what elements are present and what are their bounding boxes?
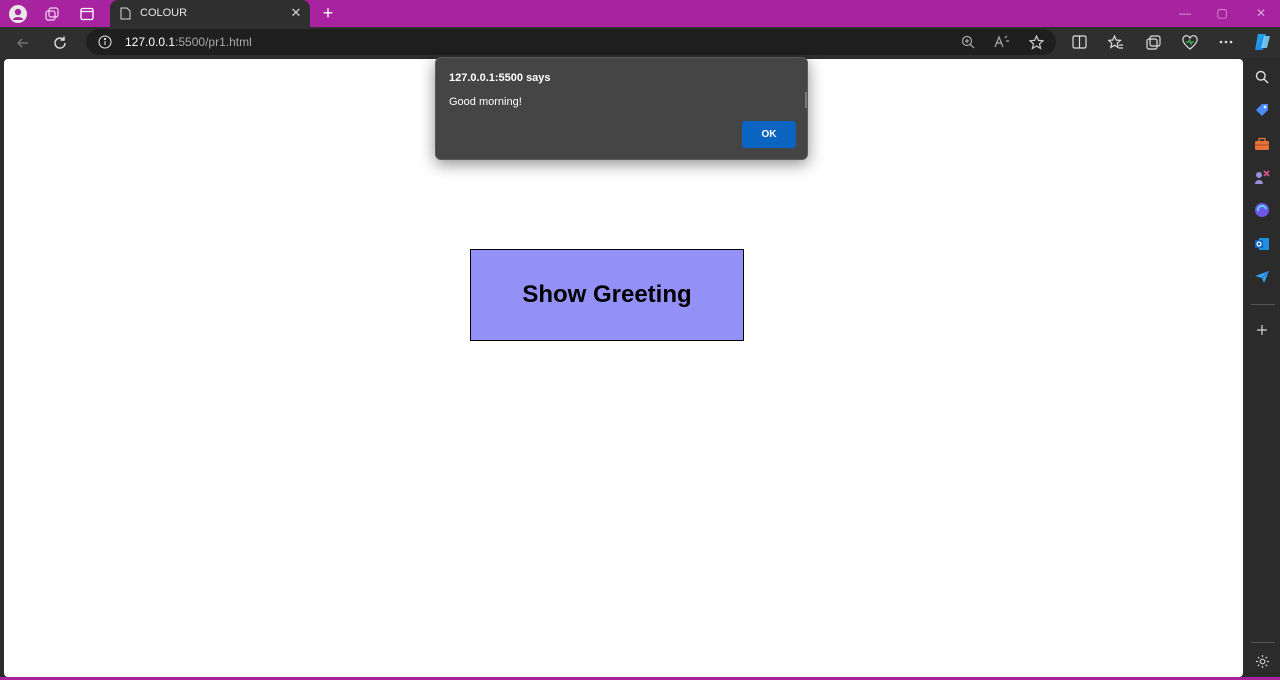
sidebar-divider-bottom [1251,642,1275,643]
shopping-tag-icon[interactable] [1251,99,1273,121]
new-tab-button[interactable]: + [318,3,338,23]
favorite-star-icon[interactable] [1025,31,1047,53]
briefcase-icon[interactable] [1251,133,1273,155]
copilot-sidebar-icon[interactable] [1251,199,1273,221]
settings-icon[interactable] [1251,650,1273,672]
tab-actions-icon[interactable] [76,3,98,25]
add-icon[interactable] [1251,319,1273,341]
page-icon [120,7,131,25]
send-icon[interactable] [1251,266,1273,288]
minimize-button[interactable]: — [1176,4,1194,22]
maximize-button[interactable]: ▢ [1213,4,1231,22]
copilot-icon[interactable] [1251,31,1273,53]
tab-close-icon[interactable]: ✕ [288,5,304,21]
tab-colour[interactable]: COLOUR ✕ [110,0,310,27]
url-path: :5500/pr1.html [175,35,252,49]
profile-avatar-icon[interactable] [7,3,29,25]
show-greeting-button[interactable]: Show Greeting [470,249,744,341]
alert-dialog: 127.0.0.1:5500 says Good morning! OK [435,57,808,160]
browser-essentials-icon[interactable] [1179,31,1201,53]
url-text[interactable]: 127.0.0.1:5500/pr1.html [125,35,252,49]
site-info-icon[interactable] [98,35,112,54]
sidebar-divider [1251,304,1275,305]
read-aloud-icon[interactable] [991,31,1013,53]
more-options-icon[interactable] [1215,31,1237,53]
split-screen-icon[interactable] [1068,31,1090,53]
close-button[interactable]: ✕ [1252,4,1270,22]
favorites-icon[interactable] [1105,31,1127,53]
browser-toolbar: 127.0.0.1:5500/pr1.html [0,27,1280,58]
refresh-button[interactable] [48,31,72,55]
address-bar[interactable]: 127.0.0.1:5500/pr1.html [86,29,1056,55]
tab-title: COLOUR [140,7,188,19]
back-button[interactable] [11,31,35,55]
zoom-icon[interactable] [957,31,979,53]
title-bar: COLOUR ✕ + — ▢ ✕ [0,0,1280,27]
search-icon[interactable] [1251,66,1273,88]
url-host: 127.0.0.1 [125,35,176,49]
dialog-scrollbar [805,92,807,108]
ok-button[interactable]: OK [742,121,796,148]
dialog-title: 127.0.0.1:5500 says [449,72,551,84]
dialog-message: Good morning! [449,96,522,108]
workspaces-icon[interactable] [41,3,63,25]
games-icon[interactable] [1251,166,1273,188]
collections-icon[interactable] [1142,31,1164,53]
outlook-icon[interactable] [1251,233,1273,255]
edge-sidebar [1245,58,1280,680]
